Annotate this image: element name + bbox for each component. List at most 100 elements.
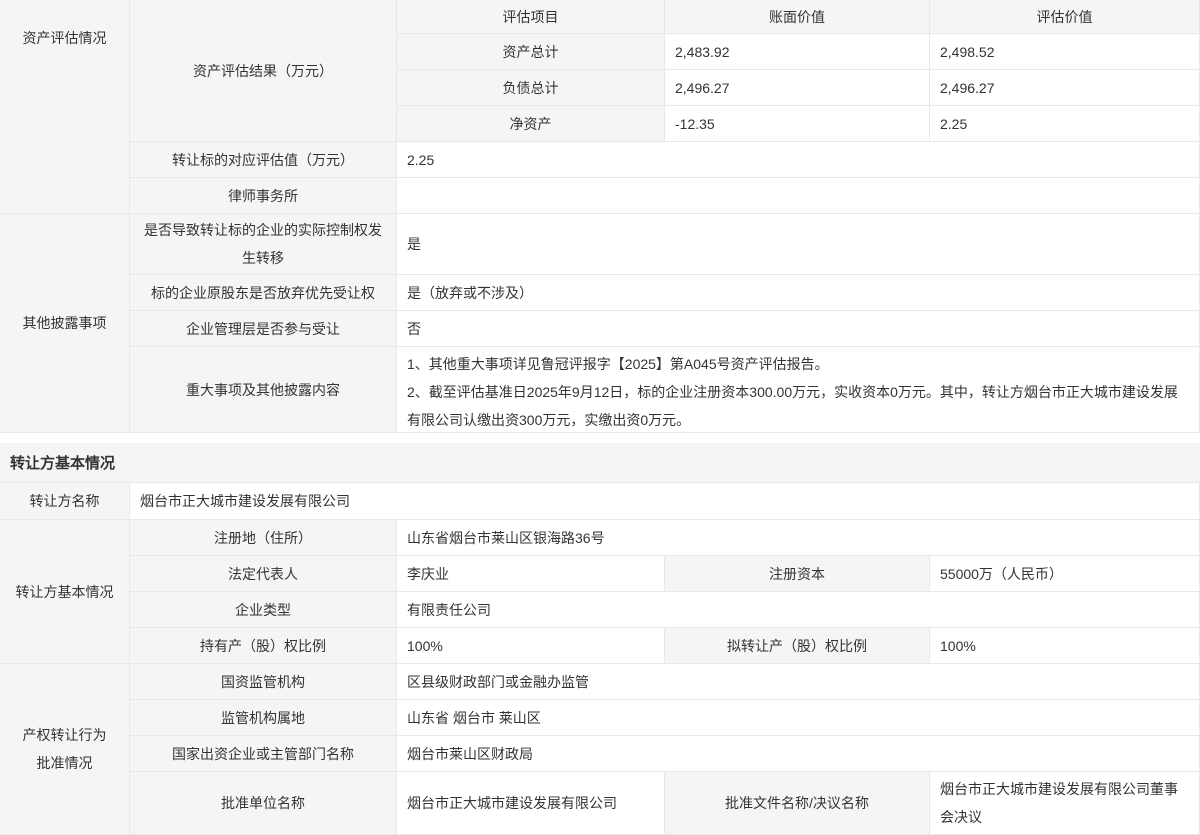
matrix-book-value-text: 2,483.92 xyxy=(675,44,730,60)
matrix-row-total-liabilities: 负债总计 2,496.27 2,496.27 xyxy=(397,70,1200,106)
regulator-value: 区县级财政部门或金融办监管 xyxy=(407,672,589,692)
state-enterprise-label-cell: 国家出资企业或主管部门名称 xyxy=(130,736,397,772)
field-label-column: 资产评估结果（万元） 转让标的对应评估值（万元） 律师事务所 是否导致转让标的企… xyxy=(130,0,397,433)
transferor-group-column: 转让方名称 转让方基本情况 产权转让行为 批准情况 xyxy=(0,483,130,835)
management-participation-value-text: 否 xyxy=(407,319,421,339)
section-gap xyxy=(0,433,1200,443)
transferor-section-title: 转让方基本情况 xyxy=(10,452,115,473)
property-transfer-detail-page: 资产评估情况 其他披露事项 资产评估结果（万元） 转让标的对应评估值（万元） 律… xyxy=(0,0,1200,835)
reg-capital-value-cell: 55000万（人民币） xyxy=(930,556,1200,592)
regulator-location-value-cell: 山东省 烟台市 莱山区 xyxy=(397,700,1200,736)
approval-doc-label: 批准文件名称/决议名称 xyxy=(725,789,869,817)
approval-doc-value-cell: 烟台市正大城市建设发展有限公司董事会决议 xyxy=(930,772,1200,835)
approval-doc-label-cell: 批准文件名称/决议名称 xyxy=(665,772,930,835)
matrix-header-appraised: 评估价值 xyxy=(930,0,1200,34)
reg-capital-value: 55000万（人民币） xyxy=(940,564,1063,584)
matrix-book-value: 2,496.27 xyxy=(665,70,930,106)
approval-unit-label: 批准单位名称 xyxy=(221,789,305,817)
holding-ratio-value-cell: 100% xyxy=(397,628,665,664)
value-column: 评估项目 账面价值 评估价值 资产总计 2,483.92 2,498.52 xyxy=(397,0,1200,433)
legal-rep-value-cell: 李庆业 xyxy=(397,556,665,592)
transferor-section: 转让方名称 转让方基本情况 产权转让行为 批准情况 烟台市正大城市建设发展有限公… xyxy=(0,483,1200,835)
eval-value-text: 2.25 xyxy=(407,152,434,168)
law-firm-label: 律师事务所 xyxy=(228,182,298,210)
eval-value-cell: 2.25 xyxy=(397,142,1200,178)
regulator-row: 国资监管机构 区县级财政部门或金融办监管 xyxy=(130,664,1200,700)
approval-unit-value: 烟台市正大城市建设发展有限公司 xyxy=(407,793,617,813)
matrix-appraised-value: 2.25 xyxy=(930,106,1200,142)
eval-result-label-cell: 资产评估结果（万元） xyxy=(130,0,397,142)
matrix-row-label: 负债总计 xyxy=(397,70,665,106)
address-value-cell: 山东省烟台市莱山区银海路36号 xyxy=(397,520,1200,556)
control-transfer-label: 是否导致转让标的企业的实际控制权发生转移 xyxy=(140,216,386,272)
matrix-header-appraised-label: 评估价值 xyxy=(1037,3,1093,31)
matrix-header-book: 账面价值 xyxy=(665,0,930,34)
matrix-row-label: 净资产 xyxy=(397,106,665,142)
holding-ratio-value: 100% xyxy=(407,638,443,654)
law-firm-value-cell xyxy=(397,178,1200,214)
company-type-value-cell: 有限责任公司 xyxy=(397,592,1200,628)
matrix-appraised-value-text: 2,496.27 xyxy=(940,80,995,96)
matrix-header-item-label: 评估项目 xyxy=(503,3,559,31)
legal-rep-label-cell: 法定代表人 xyxy=(130,556,397,592)
state-enterprise-row: 国家出资企业或主管部门名称 烟台市莱山区财政局 xyxy=(130,736,1200,772)
matrix-book-value: -12.35 xyxy=(665,106,930,142)
state-enterprise-value: 烟台市莱山区财政局 xyxy=(407,744,533,764)
transfer-ratio-label: 拟转让产（股）权比例 xyxy=(727,632,867,660)
legal-rep-value: 李庆业 xyxy=(407,564,449,584)
matrix-row-net-assets: 净资产 -12.35 2.25 xyxy=(397,106,1200,142)
group-approval-label-line2: 批准情况 xyxy=(23,749,107,777)
major-items-label: 重大事项及其他披露内容 xyxy=(186,376,340,404)
approval-unit-value-cell: 烟台市正大城市建设发展有限公司 xyxy=(397,772,665,835)
regulator-label-cell: 国资监管机构 xyxy=(130,664,397,700)
asset-evaluation-section: 资产评估情况 其他披露事项 资产评估结果（万元） 转让标的对应评估值（万元） 律… xyxy=(0,0,1200,433)
transferor-section-header: 转让方基本情况 xyxy=(0,443,1200,483)
matrix-book-value: 2,483.92 xyxy=(665,34,930,70)
major-items-line-1: 1、其他重大事项详见鲁冠评报字【2025】第A045号资产评估报告。 xyxy=(407,350,1189,378)
transferor-name-label: 转让方名称 xyxy=(30,487,100,515)
matrix-row-label-text: 资产总计 xyxy=(503,38,559,66)
regulator-location-label: 监管机构属地 xyxy=(221,704,305,732)
preemptive-right-value-cell: 是（放弃或不涉及） xyxy=(397,275,1200,311)
group-label-column: 资产评估情况 其他披露事项 xyxy=(0,0,130,433)
management-participation-value-cell: 否 xyxy=(397,311,1200,347)
transferor-name-value: 烟台市正大城市建设发展有限公司 xyxy=(140,491,350,511)
matrix-appraised-value-text: 2,498.52 xyxy=(940,44,995,60)
matrix-appraised-value: 2,498.52 xyxy=(930,34,1200,70)
group-approval-label: 产权转让行为 批准情况 xyxy=(23,721,107,777)
group-approval: 产权转让行为 批准情况 xyxy=(0,664,130,835)
state-enterprise-value-cell: 烟台市莱山区财政局 xyxy=(397,736,1200,772)
matrix-header-item: 评估项目 xyxy=(397,0,665,34)
matrix-row-label-text: 负债总计 xyxy=(503,74,559,102)
transfer-ratio-value: 100% xyxy=(940,638,976,654)
transferor-detail-column: 烟台市正大城市建设发展有限公司 注册地（住所） 山东省烟台市莱山区银海路36号 … xyxy=(130,483,1200,835)
group-other-disclosure: 其他披露事项 xyxy=(0,214,130,433)
management-participation-label-cell: 企业管理层是否参与受让 xyxy=(130,311,397,347)
transfer-ratio-label-cell: 拟转让产（股）权比例 xyxy=(665,628,930,664)
matrix-book-value-text: -12.35 xyxy=(675,116,715,132)
group-transferor-basic: 转让方基本情况 xyxy=(0,520,130,664)
eval-result-label: 资产评估结果（万元） xyxy=(193,57,333,85)
major-items-label-cell: 重大事项及其他披露内容 xyxy=(130,347,397,433)
reg-capital-label-cell: 注册资本 xyxy=(665,556,930,592)
regulator-value-cell: 区县级财政部门或金融办监管 xyxy=(397,664,1200,700)
regulator-location-label-cell: 监管机构属地 xyxy=(130,700,397,736)
approval-row: 批准单位名称 烟台市正大城市建设发展有限公司 批准文件名称/决议名称 烟台市正大… xyxy=(130,772,1200,835)
state-enterprise-label: 国家出资企业或主管部门名称 xyxy=(172,740,354,768)
company-type-label: 企业类型 xyxy=(235,596,291,624)
address-label: 注册地（住所） xyxy=(214,524,312,552)
preemptive-right-value-text: 是（放弃或不涉及） xyxy=(407,283,533,303)
approval-unit-label-cell: 批准单位名称 xyxy=(130,772,397,835)
control-transfer-label-cell: 是否导致转让标的企业的实际控制权发生转移 xyxy=(130,214,397,275)
company-type-value: 有限责任公司 xyxy=(407,600,491,620)
legal-rep-label: 法定代表人 xyxy=(228,560,298,588)
major-items-value-cell: 1、其他重大事项详见鲁冠评报字【2025】第A045号资产评估报告。 2、截至评… xyxy=(397,347,1200,433)
transfer-ratio-value-cell: 100% xyxy=(930,628,1200,664)
address-row: 注册地（住所） 山东省烟台市莱山区银海路36号 xyxy=(130,520,1200,556)
matrix-appraised-value-text: 2.25 xyxy=(940,116,967,132)
preemptive-right-label: 标的企业原股东是否放弃优先受让权 xyxy=(151,279,375,307)
ratio-row: 持有产（股）权比例 100% 拟转让产（股）权比例 100% xyxy=(130,628,1200,664)
reg-capital-label: 注册资本 xyxy=(769,560,825,588)
regulator-location-value: 山东省 烟台市 莱山区 xyxy=(407,708,541,728)
eval-value-label: 转让标的对应评估值（万元） xyxy=(172,146,354,174)
